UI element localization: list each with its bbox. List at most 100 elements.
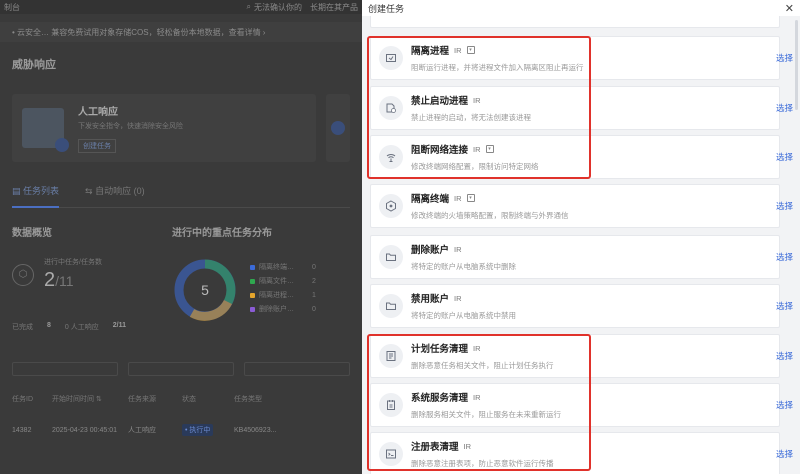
folder-icon	[379, 245, 403, 269]
console-search[interactable]: ⌕ 无法确认你的	[247, 2, 302, 13]
task-option-item[interactable]: 隔离终端 IR ▾ 修改终端的火墙策略配置，限制终端与外界通信 选择	[370, 184, 793, 228]
donut-legend: 隔离终端… 0 隔离文件… 2 隔离进程… 1 删除账户… 0	[250, 262, 316, 318]
topbar-extra: 长期在其产品	[310, 2, 358, 12]
legend-value: 0	[312, 305, 316, 313]
drawer-header: 创建任务 ✕	[362, 0, 800, 16]
background-console: 制台 ⌕ 无法确认你的 长期在其产品 • 云安全… 兼容免费试用对象存储COS，…	[0, 0, 362, 474]
select-link[interactable]: 选择	[776, 300, 793, 312]
select-link[interactable]: 选择	[776, 448, 793, 460]
table-cell: • 执行中	[182, 424, 234, 436]
task-option-item[interactable]: 禁止启动进程 IR 禁止进程的启动，将无法创建该进程 选择	[370, 86, 793, 130]
legend-value: 1	[312, 291, 316, 299]
close-icon[interactable]: ✕	[785, 2, 794, 15]
select-link[interactable]: 选择	[776, 399, 793, 411]
task-option-tag: IR	[454, 244, 462, 254]
create-task-button[interactable]: 创建任务	[78, 139, 116, 153]
notice-banner: • 云安全… 兼容免费试用对象存储COS，轻松备份本地数据，查看详情 ›	[0, 22, 362, 42]
task-option-tag: IR	[454, 293, 462, 303]
task-option-tag: IR	[454, 193, 462, 203]
process-isolate-icon	[379, 46, 403, 70]
search-icon: ⌕	[246, 2, 251, 11]
task-option-desc: 修改终端网络配置，限制访问特定网络	[411, 162, 539, 171]
select-link[interactable]: 选择	[776, 350, 793, 362]
task-option-name: 禁用账户	[411, 294, 450, 305]
info-box-icon: ▾	[485, 145, 494, 153]
legend-entry: 隔离终端… 0	[250, 262, 316, 272]
drawer-scrollbar[interactable]	[795, 20, 798, 110]
table-cell: 2025-04-23 00:45:01	[52, 426, 117, 434]
process-block-icon	[379, 96, 403, 120]
task-option-desc: 删除服务相关文件，阻止服务在未来重新运行	[411, 410, 561, 419]
create-task-drawer: 创建任务 ✕ 隔离进程 IR ▾ 阻断运行进程，并将进程文件加入隔离区阻止再运行 选择禁…	[362, 0, 800, 474]
cube-icon: ⬡	[12, 263, 34, 286]
kpi-value: 2/11	[44, 269, 74, 291]
table-header-cell: 任务类型	[234, 396, 262, 403]
host-isolate-icon	[379, 194, 403, 218]
task-option-name: 阻断网络连接	[411, 145, 469, 156]
table-row[interactable]: 14382 2025-04-23 00:45:01 人工响应 • 执行中 KB45069…	[12, 424, 350, 436]
folder-icon	[379, 294, 403, 318]
task-option-item[interactable]: 删除账户 IR 将特定的账户从电脑系统中删除 选择	[370, 235, 793, 279]
tab-tasks[interactable]: ▤ 任务列表	[12, 184, 60, 208]
task-option-tag: IR	[454, 45, 462, 55]
distribution-title: 进行中的重点任务分布	[172, 228, 272, 239]
task-option-item[interactable]: 系统服务清理 IR 删除服务相关文件，阻止服务在未来重新运行 选择	[370, 383, 793, 427]
card-badge-icon	[331, 121, 345, 135]
task-option-desc: 禁止进程的启动，将无法创建该进程	[411, 113, 531, 122]
task-option-tag: IR	[473, 343, 481, 353]
table-header-cell: 任务来源	[128, 396, 156, 403]
task-option-item[interactable]: 隔离进程 IR ▾ 阻断运行进程，并将进程文件加入隔离区阻止再运行 选择	[370, 36, 793, 80]
task-option-name: 删除账户	[411, 245, 450, 256]
console-title: 制台	[4, 2, 20, 12]
task-option-item[interactable]: 计划任务清理 IR 删除恶意任务相关文件，阻止计划任务执行 选择	[370, 334, 793, 378]
task-option-tag: IR	[473, 144, 481, 154]
task-tabs: ▤ 任务列表 ⇆ 自动响应 (0)	[12, 184, 350, 208]
task-option-desc: 修改终端的火墙策略配置，限制终端与外界通信	[411, 211, 569, 220]
task-option-desc: 阻断运行进程，并将进程文件加入隔离区阻止再运行	[411, 63, 584, 72]
task-option-item[interactable]: 禁用账户 IR 将特定的账户从电脑系统中禁用 选择	[370, 284, 793, 328]
select-link[interactable]: 选择	[776, 151, 793, 163]
overview-title: 数据概览	[12, 228, 52, 239]
task-option-desc: 将特定的账户从电脑系统中删除	[411, 262, 516, 271]
task-option-name: 计划任务清理	[411, 344, 469, 355]
legend-swatch	[250, 292, 255, 298]
select-link[interactable]: 选择	[776, 102, 793, 114]
table-header-cell: 开始时间时间 ⇅	[52, 396, 102, 403]
table-cell: 人工响应	[128, 427, 156, 434]
info-box-icon: ▾	[466, 194, 475, 202]
overview-stats: 已完成 8 0 人工响应 2/11	[12, 322, 126, 331]
select-link[interactable]: 选择	[776, 52, 793, 64]
table-header-cell: 状态	[182, 396, 196, 403]
service-clean-icon	[379, 393, 403, 417]
select-link[interactable]: 选择	[776, 251, 793, 263]
filter-bar	[12, 362, 350, 376]
task-clean-icon	[379, 344, 403, 368]
info-box-icon: ▾	[466, 46, 475, 54]
tab-auto-response[interactable]: ⇆ 自动响应 (0)	[85, 184, 145, 197]
registry-clean-icon	[379, 442, 403, 466]
table-cell: 14382	[12, 426, 32, 434]
legend-value: 0	[312, 263, 316, 271]
card-desc: 下发安全指令，快速消除安全风险	[78, 123, 183, 130]
manual-response-card: 人工响应 下发安全指令，快速消除安全风险 创建任务	[12, 94, 316, 162]
table-cell: KB4506923...	[234, 426, 277, 434]
task-donut-chart: 5	[174, 259, 236, 321]
legend-value: 2	[312, 277, 316, 285]
task-option-item[interactable]: 阻断网络连接 IR ▾ 修改终端网络配置，限制访问特定网络 选择	[370, 135, 793, 179]
task-option-name: 隔离进程	[411, 46, 450, 57]
legend-entry: 隔离文件… 2	[250, 276, 316, 286]
secondary-card	[326, 94, 350, 162]
filter-input-2[interactable]	[128, 362, 234, 376]
list-item-partial	[370, 16, 780, 28]
task-option-tag: IR	[463, 441, 472, 451]
task-type-list: 隔离进程 IR ▾ 阻断运行进程，并将进程文件加入隔离区阻止再运行 选择 禁止启动进程 IR…	[362, 16, 800, 474]
page-title: 威胁响应	[12, 59, 56, 71]
filter-input-3[interactable]	[244, 362, 350, 376]
filter-input-1[interactable]	[12, 362, 118, 376]
legend-label: 隔离终端…	[259, 264, 294, 271]
select-link[interactable]: 选择	[776, 200, 793, 212]
task-option-item[interactable]: 注册表清理 IR 删除恶意注册表项，防止恶意软件运行传播 选择	[370, 432, 793, 474]
task-option-desc: 将特定的账户从电脑系统中禁用	[411, 311, 516, 320]
task-option-name: 隔离终端	[411, 194, 450, 205]
manual-response-illustration	[22, 108, 69, 152]
